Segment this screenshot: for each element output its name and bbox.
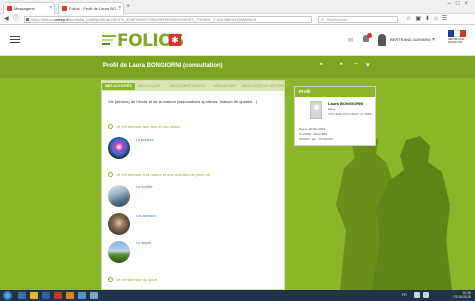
back-icon[interactable]: ◀ xyxy=(4,15,9,24)
search-placeholder: Rechercher xyxy=(327,17,348,22)
section-sport[interactable]: Je m'intéresse au sport xyxy=(108,277,158,283)
animals-image[interactable] xyxy=(108,213,130,235)
mountain-image[interactable] xyxy=(108,185,130,207)
ie-icon[interactable] xyxy=(18,292,26,299)
profile-title-bar: Profil de Laura BONGIORNI (consultation)… xyxy=(0,56,475,78)
section-label: Je m'intéresse au sport xyxy=(116,277,158,282)
tab-label: Folios - Profil de Laura BO... xyxy=(69,6,120,11)
profile-tabs: MES ACTIVITÉS MES ACQUIS MES COMPÉTENCES… xyxy=(102,81,285,91)
republique-logo: RÉPUBLIQUE FRANÇAISE xyxy=(448,30,466,50)
start-button[interactable] xyxy=(3,291,12,300)
profile-school: COLLEGE PAUL BERT (G.1989) xyxy=(328,112,372,116)
activity-intro-text: Vie (dehors) de l'école et de la maison … xyxy=(108,99,258,104)
section-arts-loisirs[interactable]: Je m'intéresse aux arts et aux loisirs xyxy=(108,124,181,130)
powerpoint-icon[interactable] xyxy=(54,292,62,299)
radio-circle-icon xyxy=(108,124,113,130)
clock[interactable]: 10:26 07/10/2015 xyxy=(453,291,471,299)
tab-acquis[interactable]: MES ACQUIS xyxy=(138,84,160,88)
lock-icon xyxy=(26,18,29,21)
page-title: Profil de Laura BONGIORNI (consultation) xyxy=(103,63,223,69)
nature-image[interactable] xyxy=(108,241,130,263)
logo-badge-icon: ✱ xyxy=(169,34,181,46)
activities-panel: MES ACTIVITÉS MES ACQUIS MES COMPÉTENCES… xyxy=(101,80,285,290)
profile-name: Laura BONGIORNI xyxy=(328,101,364,106)
profile-role: Elève xyxy=(328,107,336,111)
close-tab-icon[interactable]: × xyxy=(118,3,121,14)
mail-icon[interactable]: ✉ xyxy=(348,37,353,44)
windows-taskbar: FR 10:26 07/10/2015 xyxy=(0,290,475,301)
profile-class: CLASSE : 3ème B05 xyxy=(299,132,328,136)
browser-tab-bar: Messagerie × Folios - Profil de Laura BO… xyxy=(0,0,475,14)
tab-label: Messagerie xyxy=(14,6,35,11)
firefox-icon[interactable] xyxy=(66,292,74,299)
profile-registration: INSCRIT LE : 07/10/2015 xyxy=(299,137,333,141)
document-icon[interactable]: ▪ xyxy=(340,61,342,68)
painting-image[interactable] xyxy=(108,137,130,159)
radio-circle-icon xyxy=(108,277,113,283)
user-avatar[interactable] xyxy=(378,34,386,46)
radio-circle-icon xyxy=(108,172,113,178)
clock-date: 07/10/2015 xyxy=(453,294,471,299)
volume-icon[interactable] xyxy=(423,292,429,298)
profile-card-header: Profil xyxy=(295,87,375,97)
remove-icon[interactable]: − xyxy=(354,61,358,68)
new-tab-button[interactable]: + xyxy=(126,3,130,11)
item-link-montee[interactable]: La montée xyxy=(136,185,153,189)
folios-favicon xyxy=(62,6,67,11)
notification-icon[interactable] xyxy=(363,33,372,42)
logo-bars xyxy=(102,35,116,47)
profile-photo-placeholder xyxy=(310,101,322,119)
site-header: FOLIOS ✱ ✉ BERTRAND AUMARIE ▾ RÉPUBLIQUE… xyxy=(0,25,475,56)
explorer-icon[interactable] xyxy=(30,292,38,299)
url-rest: /portfolio_profil/profil.do?ID=FX_8T8PWM… xyxy=(68,17,257,22)
search-field[interactable]: ⌕ Rechercher xyxy=(318,16,398,23)
window-controls[interactable]: –□× xyxy=(448,1,473,7)
print-icon[interactable]: ▪ xyxy=(320,61,322,68)
browser-tab-folios[interactable]: Folios - Profil de Laura BO... × xyxy=(58,2,124,14)
menu-icon[interactable] xyxy=(10,36,20,43)
section-label: Je m'intéresse à la nature et aux activi… xyxy=(116,172,210,177)
word-icon[interactable] xyxy=(42,292,50,299)
app-icon-2[interactable] xyxy=(90,292,98,299)
search-icon: ⌕ xyxy=(321,17,324,23)
profile-birth: Née le 18 Mai 2003 xyxy=(299,127,326,131)
tab-activites[interactable]: MES ACTIVITÉS xyxy=(102,83,135,90)
item-link-nature[interactable]: La nature xyxy=(136,241,151,245)
app-icon[interactable] xyxy=(78,292,86,299)
mail-icon xyxy=(7,6,12,11)
url-prefix: https://folios. xyxy=(31,17,54,22)
browser-tab-messagerie[interactable]: Messagerie × xyxy=(3,2,55,14)
address-bar-row: ◀ ⓘ https://folios.onisep.fr/portfolio_p… xyxy=(0,14,475,25)
republique-label: RÉPUBLIQUE FRANÇAISE xyxy=(448,38,465,44)
user-name[interactable]: BERTRAND AUMARIE xyxy=(390,37,431,42)
options-icon[interactable]: ▾ xyxy=(366,61,370,69)
tab-listes-metiers[interactable]: MES LISTES DE MÉTIERS xyxy=(242,84,285,88)
folios-logo[interactable]: FOLIOS ✱ xyxy=(102,30,184,52)
section-nature-plein-air[interactable]: Je m'intéresse à la nature et aux activi… xyxy=(108,172,210,178)
item-link-animaux[interactable]: Les animaux xyxy=(136,214,156,218)
language-indicator[interactable]: FR xyxy=(402,293,407,297)
url-field[interactable]: https://folios.onisep.fr/portfolio_profi… xyxy=(24,16,312,23)
network-icon[interactable] xyxy=(414,292,420,298)
section-label: Je m'intéresse aux arts et aux loisirs xyxy=(116,124,181,129)
browser-toolbar-icons[interactable]: ☆▣⬇⌂☰ xyxy=(406,15,451,24)
tab-competences[interactable]: MES COMPÉTENCES xyxy=(170,84,206,88)
close-tab-icon[interactable]: × xyxy=(49,3,52,14)
tab-avenir[interactable]: MON AVENIR xyxy=(214,84,236,88)
chevron-down-icon[interactable]: ▾ xyxy=(432,36,435,43)
url-host: onisep.fr xyxy=(53,17,69,22)
info-icon[interactable]: ⓘ xyxy=(13,15,19,24)
profile-card: Profil Laura BONGIORNI Elève COLLEGE PAU… xyxy=(294,86,376,146)
item-link-painting[interactable]: La peinture xyxy=(136,138,154,142)
